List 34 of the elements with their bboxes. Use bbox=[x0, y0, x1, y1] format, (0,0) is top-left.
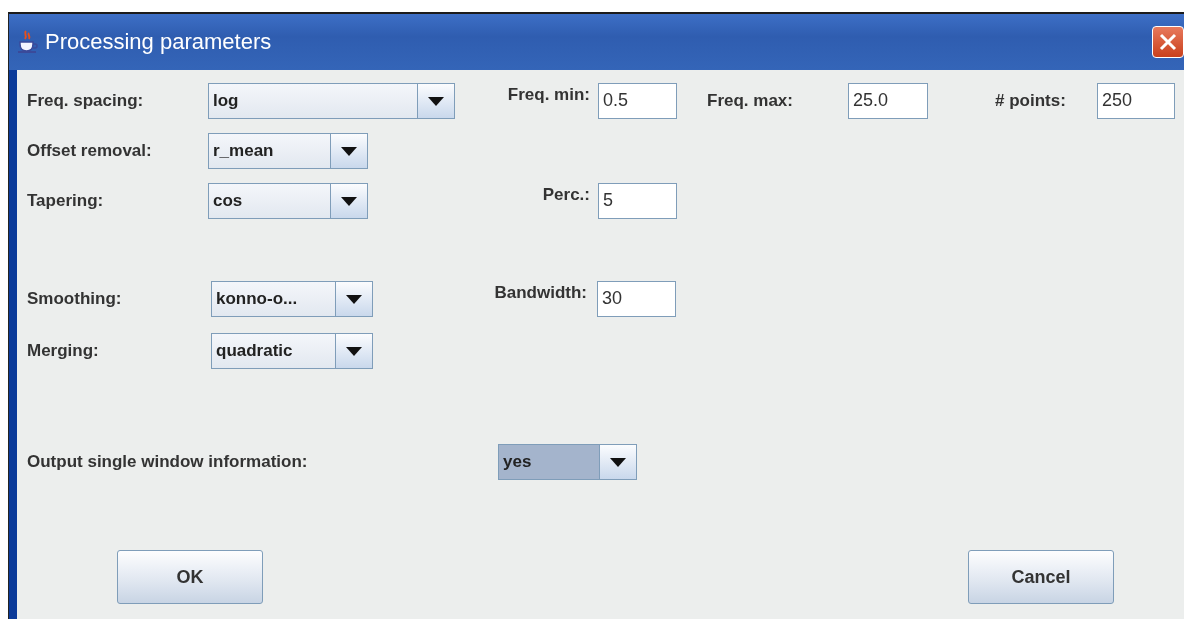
caret-icon bbox=[341, 196, 357, 206]
cancel-button[interactable]: Cancel bbox=[968, 550, 1114, 604]
dropdown[interactable]: r_mean bbox=[208, 133, 368, 169]
input-field[interactable]: 0.5 bbox=[598, 83, 677, 119]
dropdown[interactable]: yes bbox=[498, 444, 637, 480]
field-label: Merging: bbox=[27, 341, 100, 361]
field-label: Output single window information: bbox=[27, 452, 309, 472]
dropdown[interactable]: log bbox=[208, 83, 455, 119]
close-icon bbox=[1159, 33, 1177, 51]
input-field[interactable]: 30 bbox=[597, 281, 676, 317]
caret-icon bbox=[341, 146, 357, 156]
field-label: # points: bbox=[995, 91, 1067, 111]
field-label: Bandwidth: bbox=[493, 283, 587, 303]
caret-icon bbox=[346, 294, 362, 304]
caret-icon bbox=[346, 346, 362, 356]
caret-icon bbox=[428, 96, 444, 106]
field-label: Smoothing: bbox=[27, 289, 123, 309]
field-label: Tapering: bbox=[27, 191, 105, 211]
field-label: Offset removal: bbox=[27, 141, 153, 161]
coffee-cup-icon bbox=[17, 30, 39, 54]
input-field[interactable]: 5 bbox=[598, 183, 677, 219]
close-button[interactable] bbox=[1152, 26, 1184, 58]
ok-button[interactable]: OK bbox=[117, 550, 263, 604]
dropdown[interactable]: konno-o... bbox=[211, 281, 373, 317]
field-label: Freq. max: bbox=[707, 91, 794, 111]
caret-icon bbox=[610, 457, 626, 467]
dropdown[interactable]: cos bbox=[208, 183, 368, 219]
field-label: Freq. min: bbox=[506, 85, 590, 105]
input-field[interactable]: 250 bbox=[1097, 83, 1175, 119]
input-field[interactable]: 25.0 bbox=[848, 83, 928, 119]
window-title: Processing parameters bbox=[45, 29, 273, 55]
field-label: Perc.: bbox=[541, 185, 590, 205]
dropdown[interactable]: quadratic bbox=[211, 333, 373, 369]
field-label: Freq. spacing: bbox=[27, 91, 145, 111]
